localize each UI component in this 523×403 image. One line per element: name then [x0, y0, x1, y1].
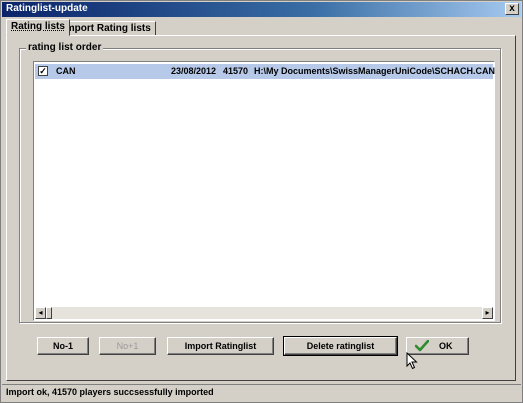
window-title: Ratinglist-update	[6, 3, 88, 14]
checkmark-icon	[415, 340, 429, 352]
list-item-date: 23/08/2012	[171, 66, 217, 76]
list-item-checkbox[interactable]: ✓	[38, 66, 48, 76]
horizontal-scrollbar[interactable]: ◂ ▸	[35, 307, 493, 319]
delete-ratinglist-button[interactable]: Delete ratinglist	[283, 336, 398, 356]
group-label: rating list order	[26, 42, 104, 53]
status-bar: Import ok, 41570 players succsessfully i…	[2, 384, 521, 401]
status-text: Import ok, 41570 players succsessfully i…	[6, 387, 214, 397]
checkmark-icon: ✓	[39, 66, 47, 76]
mouse-cursor-icon	[406, 352, 418, 370]
no-plus-1-button[interactable]: No+1	[99, 337, 156, 355]
list-item[interactable]: ✓ CAN 23/08/2012 41570 H:\My Documents\S…	[35, 64, 496, 79]
close-button[interactable]: x	[505, 3, 519, 15]
no-minus-1-button[interactable]: No-1	[37, 337, 89, 355]
rating-list-listbox[interactable]: ✓ CAN 23/08/2012 41570 H:\My Documents\S…	[33, 61, 495, 321]
list-item-count: 41570	[223, 66, 249, 76]
scroll-thumb[interactable]	[46, 307, 52, 319]
scroll-right-button[interactable]: ▸	[482, 307, 493, 319]
tab-rating-lists[interactable]: Rating lists	[6, 19, 70, 36]
ratinglist-update-window: Ratinglist-update x Rating lists Import …	[0, 0, 523, 403]
close-icon: x	[509, 3, 515, 14]
import-ratinglist-button[interactable]: Import Ratinglist	[167, 337, 274, 355]
ok-label: OK	[439, 341, 453, 351]
scroll-left-button[interactable]: ◂	[35, 307, 46, 319]
list-item-path: H:\My Documents\SwissManagerUniCode\SCHA…	[254, 66, 496, 76]
list-item-name: CAN	[56, 66, 76, 76]
arrow-left-icon: ◂	[38, 308, 43, 317]
tab-import-rating-lists[interactable]: Import Rating lists	[58, 21, 156, 36]
arrow-right-icon: ▸	[485, 308, 490, 317]
title-bar[interactable]: Ratinglist-update x	[2, 2, 521, 17]
